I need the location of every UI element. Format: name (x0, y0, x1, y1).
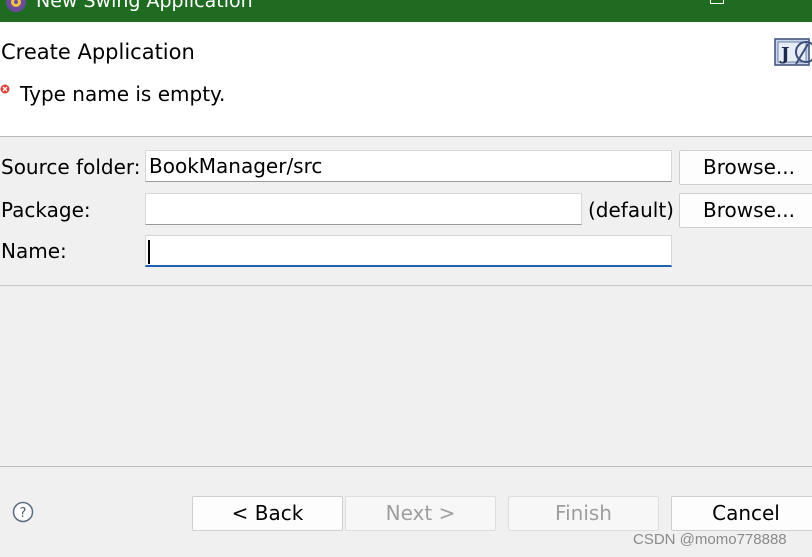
back-button[interactable]: < Back (192, 496, 343, 531)
error-message: Type name is empty. (20, 82, 226, 106)
restore-icon[interactable] (710, 0, 724, 4)
package-input[interactable] (145, 193, 582, 225)
source-folder-label: Source folder: (1, 155, 141, 179)
app-icon (6, 0, 26, 12)
form-separator (0, 285, 812, 286)
source-folder-input[interactable]: BookManager/src (145, 150, 672, 182)
page-title: Create Application (1, 40, 195, 64)
source-folder-browse-button[interactable]: Browse... (679, 150, 812, 185)
wizard-banner-letter: J (779, 44, 790, 65)
wizard-header: Create Application Type name is empty. J (0, 22, 812, 136)
watermark: CSDN @momo778888 (633, 531, 787, 548)
svg-text:?: ? (20, 506, 27, 521)
next-button[interactable]: Next > (345, 496, 496, 531)
text-caret (148, 240, 150, 264)
footer-separator (0, 466, 812, 467)
help-icon[interactable]: ? (12, 501, 34, 523)
package-default-label: (default) (588, 198, 674, 222)
window-title: New Swing Application (36, 0, 253, 12)
wizard-banner-icon: J (774, 38, 812, 66)
package-browse-button[interactable]: Browse... (679, 193, 812, 228)
window-titlebar: New Swing Application (0, 0, 812, 22)
finish-button[interactable]: Finish (508, 496, 659, 531)
cancel-button[interactable]: Cancel (671, 496, 812, 531)
header-separator (0, 136, 812, 137)
name-input[interactable] (145, 235, 672, 267)
package-label: Package: (1, 198, 91, 222)
error-icon (0, 84, 10, 94)
name-label: Name: (1, 239, 67, 263)
